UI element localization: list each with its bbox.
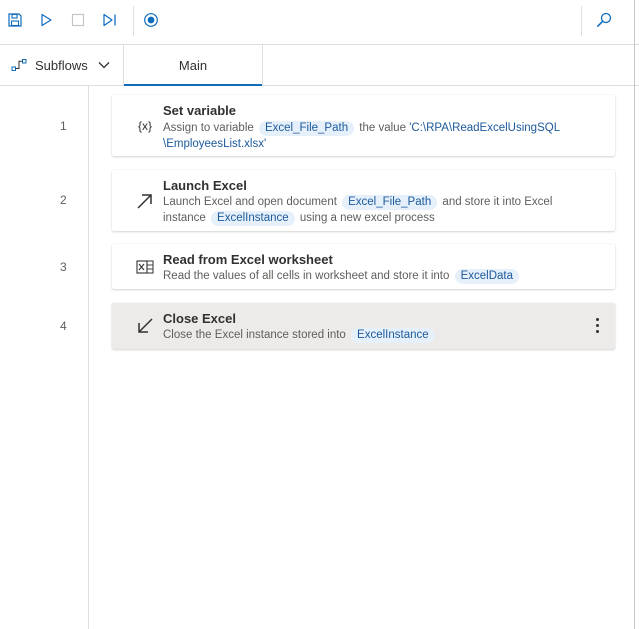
toolbar-separator: [581, 6, 582, 36]
variable-token[interactable]: ExcelInstance: [211, 211, 295, 226]
chevron-down-icon: [98, 62, 110, 69]
action-description: Read the values of all cells in workshee…: [163, 268, 573, 284]
stop-icon: [71, 13, 85, 27]
more-options-button[interactable]: [589, 313, 605, 337]
action-title: Launch Excel: [163, 178, 247, 193]
variable-icon: {x}: [137, 119, 152, 133]
run-next-icon: [103, 13, 116, 27]
close-arrow-icon: [134, 315, 156, 337]
toolbar-separator: [133, 6, 134, 36]
variable-token[interactable]: ExcelData: [454, 269, 520, 284]
more-options-icon: [595, 317, 599, 321]
toolbar: [0, 0, 639, 45]
action-title: Read from Excel worksheet: [163, 252, 333, 267]
subflows-icon: [11, 59, 27, 71]
search-button[interactable]: [592, 8, 616, 32]
action-set-variable[interactable]: {x} Set variable Assign to variable Exce…: [112, 95, 615, 156]
action-description: Launch Excel and open document Excel_Fil…: [163, 195, 553, 226]
tab-bar: Subflows Main: [0, 45, 639, 86]
save-icon: [8, 13, 22, 27]
save-button[interactable]: [3, 8, 27, 32]
line-number-gutter: 1 2 3 4: [0, 86, 89, 629]
run-next-action-button[interactable]: [98, 8, 122, 32]
line-number: 4: [60, 319, 67, 333]
run-button[interactable]: [34, 8, 58, 32]
action-description: Close the Excel instance stored into Exc…: [163, 327, 573, 343]
subflows-label: Subflows: [35, 57, 88, 73]
variable-token[interactable]: ExcelInstance: [351, 328, 435, 343]
line-number: 3: [60, 260, 67, 274]
action-title: Close Excel: [163, 311, 236, 326]
action-close-excel[interactable]: Close Excel Close the Excel instance sto…: [112, 303, 615, 349]
stop-button[interactable]: [66, 8, 90, 32]
recorder-button[interactable]: [139, 8, 163, 32]
tab-main[interactable]: Main: [123, 45, 263, 86]
launch-arrow-icon: [134, 190, 156, 212]
tab-main-label: Main: [178, 57, 208, 73]
subflows-dropdown[interactable]: Subflows: [0, 45, 123, 85]
action-read-from-excel-worksheet[interactable]: Read from Excel worksheet Read the value…: [112, 244, 615, 289]
variable-token[interactable]: Excel_File_Path: [342, 195, 438, 210]
literal-value: 'C:\RPA\ReadExcelUsingSQL: [409, 122, 561, 134]
action-description: Assign to variable Excel_File_Path the v…: [163, 121, 561, 150]
search-icon: [597, 12, 612, 27]
line-number: 2: [60, 193, 67, 207]
action-launch-excel[interactable]: Launch Excel Launch Excel and open docum…: [112, 170, 615, 231]
variable-token[interactable]: Excel_File_Path: [258, 121, 355, 136]
record-icon: [144, 13, 158, 27]
excel-worksheet-icon: [134, 256, 156, 278]
literal-value: \EmployeesList.xlsx': [163, 138, 267, 150]
line-number: 1: [60, 119, 67, 133]
flow-designer-canvas: {x} Set variable Assign to variable Exce…: [90, 86, 639, 629]
play-icon: [41, 13, 52, 27]
action-title: Set variable: [163, 103, 236, 118]
window-edge: [634, 0, 635, 629]
